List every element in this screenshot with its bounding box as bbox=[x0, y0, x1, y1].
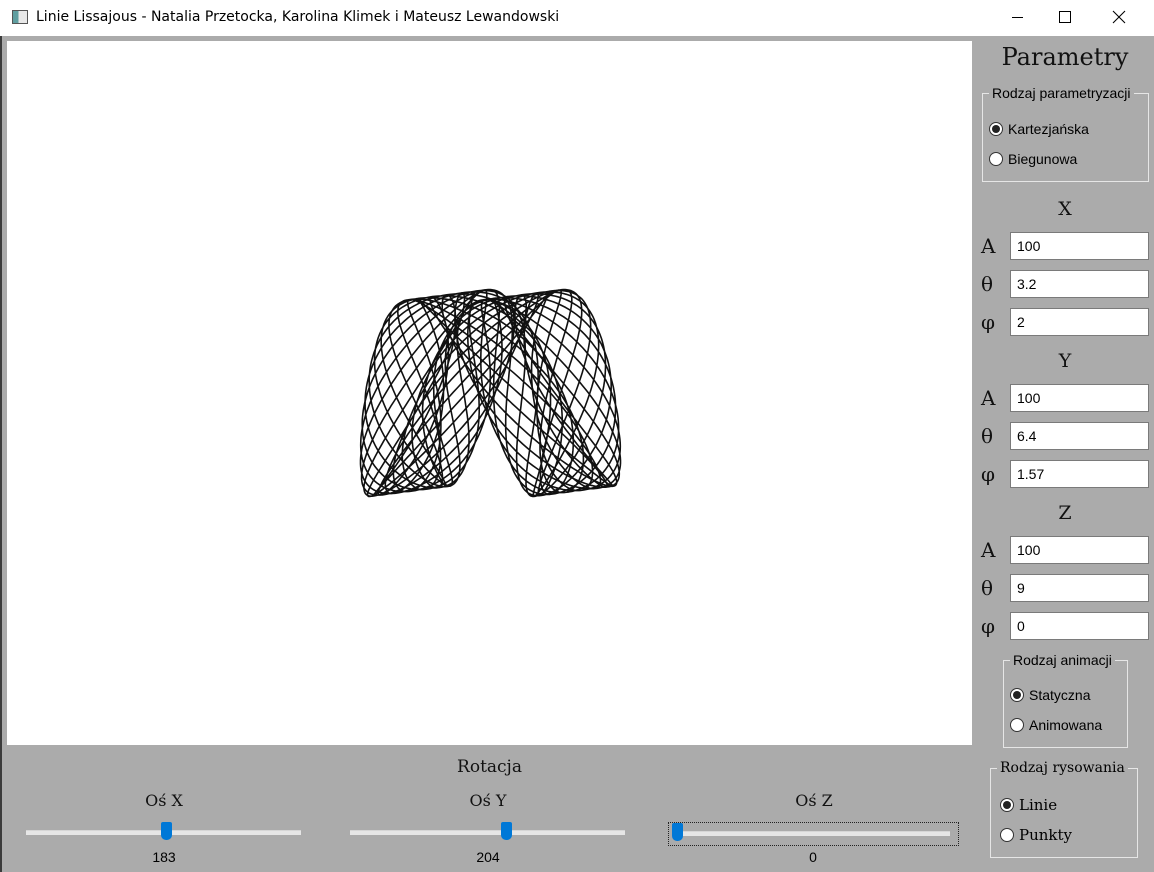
x-theta-input[interactable] bbox=[1010, 270, 1149, 298]
rotation-y-value: 204 bbox=[476, 849, 500, 865]
lissajous-curve bbox=[359, 288, 622, 498]
x-phi-input[interactable] bbox=[1010, 308, 1149, 336]
z-theta-label: θ bbox=[981, 576, 994, 600]
window-left-edge bbox=[0, 36, 2, 872]
radio-cartesian-label: Kartezjańska bbox=[1008, 121, 1089, 137]
radio-polar-indicator bbox=[989, 152, 1003, 166]
radio-polar-label: Biegunowa bbox=[1008, 151, 1078, 167]
drawing-canvas[interactable] bbox=[7, 41, 972, 745]
panel-title: Parametry bbox=[1001, 43, 1129, 71]
y-phi-input[interactable] bbox=[1010, 460, 1149, 488]
radio-animated-label: Animowana bbox=[1029, 717, 1103, 733]
maximize-icon bbox=[1059, 11, 1071, 23]
z-a-label: A bbox=[981, 538, 996, 562]
rotation-y-track bbox=[350, 830, 625, 835]
rotation-x-value: 183 bbox=[152, 849, 176, 865]
z-phi-input[interactable] bbox=[1010, 612, 1149, 640]
drawing-mode-legend: Rodzaj rysowania bbox=[1000, 760, 1125, 776]
rotation-y-thumb[interactable] bbox=[500, 822, 512, 840]
minimize-button[interactable] bbox=[995, 0, 1041, 34]
z-theta-input[interactable] bbox=[1010, 574, 1149, 602]
app-icon bbox=[12, 10, 28, 24]
radio-static-label: Statyczna bbox=[1029, 687, 1091, 703]
rotation-z-value: 0 bbox=[809, 849, 817, 865]
radio-static[interactable]: Statyczna bbox=[1010, 684, 1090, 706]
z-phi-label: φ bbox=[981, 614, 996, 638]
radio-lines[interactable]: Linie bbox=[1000, 794, 1057, 816]
y-a-label: A bbox=[981, 386, 996, 410]
rotation-z-track bbox=[677, 831, 950, 836]
animation-legend: Rodzaj animacji bbox=[1013, 652, 1112, 668]
x-section-heading: X bbox=[1058, 198, 1072, 220]
z-section-heading: Z bbox=[1058, 502, 1072, 524]
y-a-input[interactable] bbox=[1010, 384, 1149, 412]
parametrization-legend: Rodzaj parametryzacji bbox=[992, 85, 1131, 101]
rotation-title: Rotacja bbox=[457, 757, 522, 777]
radio-points[interactable]: Punkty bbox=[1000, 824, 1072, 846]
minimize-icon bbox=[1012, 17, 1023, 18]
x-a-input[interactable] bbox=[1010, 232, 1149, 260]
radio-lines-label: Linie bbox=[1019, 796, 1058, 814]
y-theta-label: θ bbox=[981, 424, 994, 448]
radio-lines-indicator bbox=[1000, 798, 1014, 812]
lissajous-curve-view bbox=[359, 288, 622, 498]
radio-static-indicator bbox=[1010, 688, 1024, 702]
rotation-z-slider[interactable] bbox=[668, 822, 959, 846]
close-icon bbox=[1112, 10, 1126, 24]
radio-points-label: Punkty bbox=[1019, 826, 1073, 844]
rotation-x-thumb[interactable] bbox=[160, 822, 172, 840]
rotation-z-label: Oś Z bbox=[795, 791, 833, 810]
radio-cartesian[interactable]: Kartezjańska bbox=[989, 118, 1089, 140]
close-button[interactable] bbox=[1096, 0, 1142, 34]
window-title: Linie Lissajous - Natalia Przetocka, Kar… bbox=[36, 9, 560, 25]
radio-polar[interactable]: Biegunowa bbox=[989, 148, 1077, 170]
z-a-input[interactable] bbox=[1010, 536, 1149, 564]
radio-animated-indicator bbox=[1010, 718, 1024, 732]
x-phi-label: φ bbox=[981, 310, 996, 334]
y-theta-input[interactable] bbox=[1010, 422, 1149, 450]
radio-points-indicator bbox=[1000, 828, 1014, 842]
maximize-button[interactable] bbox=[1042, 0, 1088, 34]
rotation-z-thumb[interactable] bbox=[672, 823, 683, 841]
rotation-x-label: Oś X bbox=[145, 791, 183, 810]
radio-animated[interactable]: Animowana bbox=[1010, 714, 1102, 736]
x-a-label: A bbox=[981, 234, 996, 258]
rotation-y-slider[interactable] bbox=[350, 818, 625, 848]
rotation-y-label: Oś Y bbox=[469, 791, 507, 810]
x-theta-label: θ bbox=[981, 272, 994, 296]
rotation-x-slider[interactable] bbox=[26, 818, 301, 848]
y-phi-label: φ bbox=[981, 462, 996, 486]
radio-cartesian-indicator bbox=[989, 122, 1003, 136]
title-bar: Linie Lissajous - Natalia Przetocka, Kar… bbox=[0, 0, 1154, 36]
y-section-heading: Y bbox=[1058, 350, 1072, 372]
